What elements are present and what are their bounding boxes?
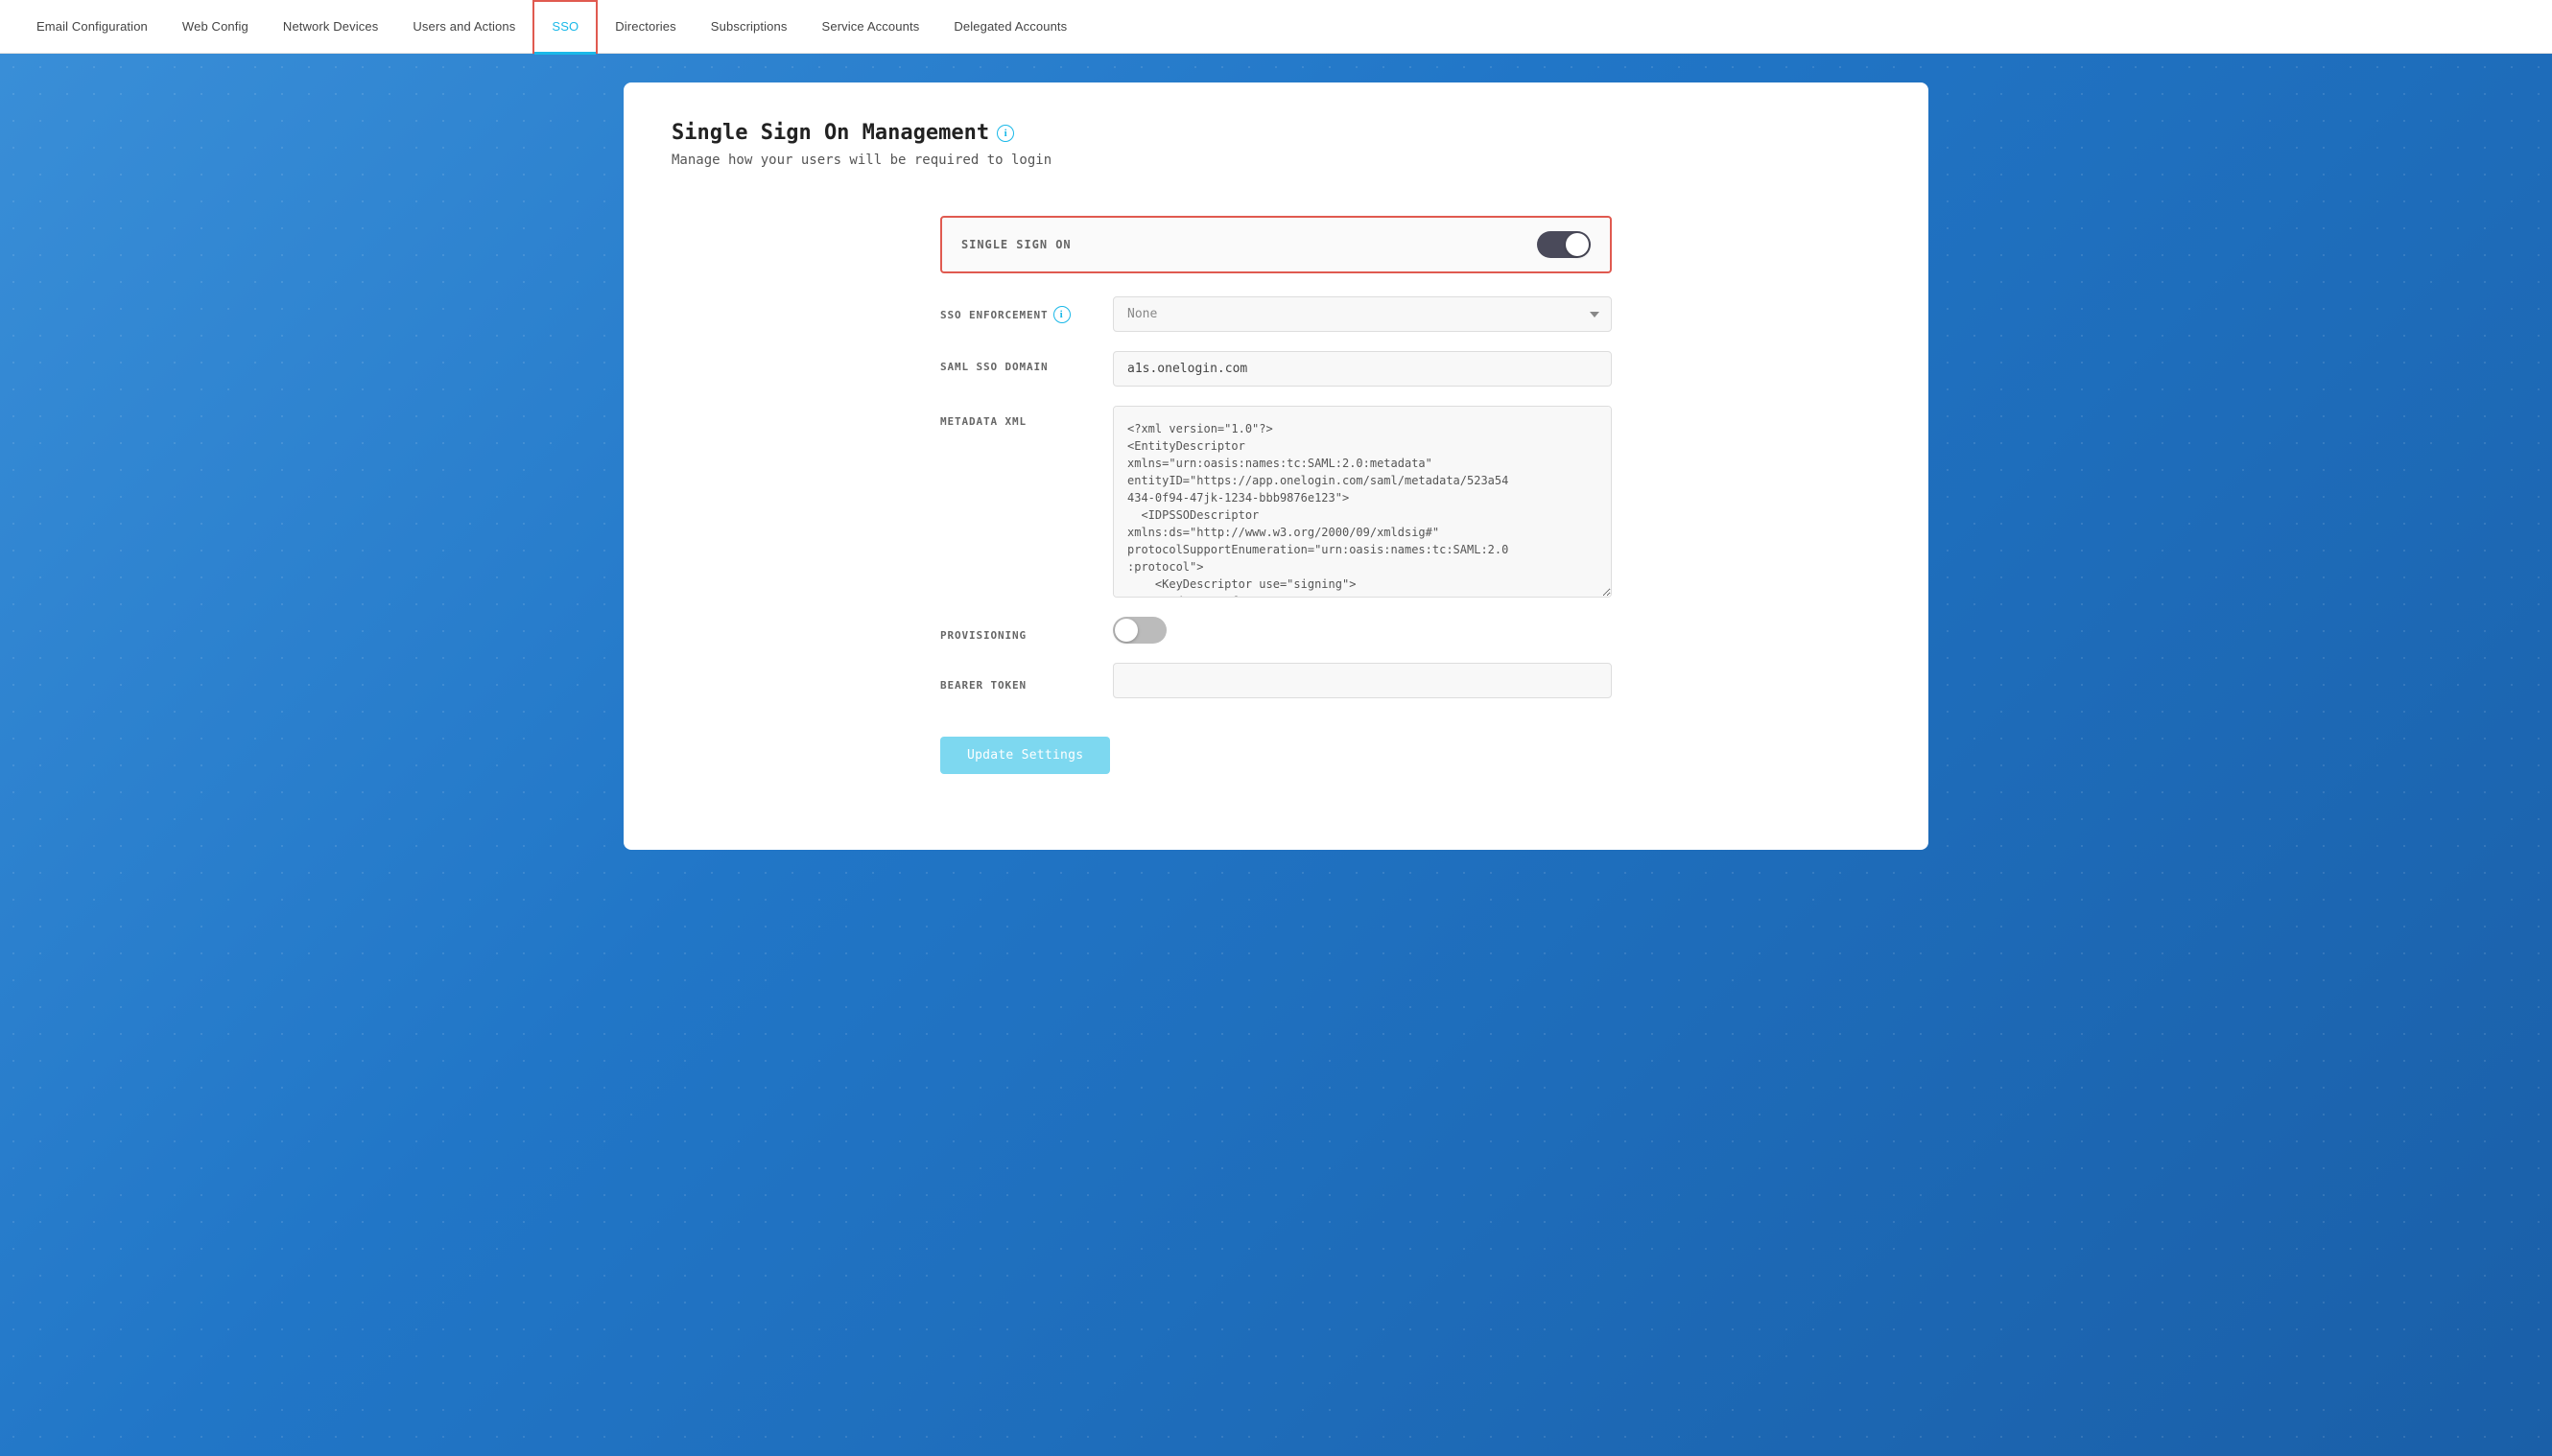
nav-item-email-config[interactable]: Email Configuration [19, 0, 165, 54]
page-title: Single Sign On Management i [672, 121, 1880, 145]
sso-toggle-row: SINGLE SIGN ON [940, 216, 1612, 273]
sso-toggle-label: SINGLE SIGN ON [961, 238, 1537, 251]
saml-sso-domain-label: SAML SSO DOMAIN [940, 351, 1094, 373]
nav-item-delegated-accounts[interactable]: Delegated Accounts [936, 0, 1084, 54]
nav-item-subscriptions[interactable]: Subscriptions [694, 0, 805, 54]
main-wrapper: Single Sign On Management i Manage how y… [0, 54, 2552, 879]
bearer-token-label: BEARER TOKEN [940, 669, 1094, 692]
saml-sso-domain-input[interactable] [1113, 351, 1612, 387]
sso-enforcement-info-icon[interactable]: i [1053, 306, 1071, 323]
page-subtitle: Manage how your users will be required t… [672, 153, 1880, 168]
sso-enforcement-label: SSO ENFORCEMENT i [940, 296, 1094, 323]
provisioning-toggle[interactable] [1113, 617, 1167, 644]
saml-sso-domain-row: SAML SSO DOMAIN [940, 351, 1612, 387]
navbar: Email ConfigurationWeb ConfigNetwork Dev… [0, 0, 2552, 54]
metadata-xml-textarea[interactable]: <?xml version="1.0"?> <EntityDescriptor … [1113, 406, 1612, 598]
nav-item-network-devices[interactable]: Network Devices [266, 0, 395, 54]
sso-enforcement-select[interactable]: None Required Optional [1113, 296, 1612, 332]
provisioning-row: PROVISIONING [940, 617, 1612, 644]
metadata-xml-row: METADATA XML <?xml version="1.0"?> <Enti… [940, 406, 1612, 598]
provisioning-toggle-knob [1115, 619, 1138, 642]
bearer-token-row: BEARER TOKEN [940, 663, 1612, 698]
provisioning-label: PROVISIONING [940, 620, 1094, 642]
info-icon[interactable]: i [997, 125, 1014, 142]
nav-item-sso[interactable]: SSO [532, 0, 598, 54]
nav-item-directories[interactable]: Directories [598, 0, 694, 54]
toggle-knob [1566, 233, 1589, 256]
content-card: Single Sign On Management i Manage how y… [624, 82, 1928, 850]
sso-toggle[interactable] [1537, 231, 1591, 258]
update-settings-button[interactable]: Update Settings [940, 737, 1110, 774]
nav-item-users-and-actions[interactable]: Users and Actions [395, 0, 532, 54]
form-area: SINGLE SIGN ON SSO ENFORCEMENT i None Re… [940, 216, 1612, 774]
sso-enforcement-row: SSO ENFORCEMENT i None Required Optional [940, 296, 1612, 332]
metadata-xml-label: METADATA XML [940, 406, 1094, 428]
nav-item-web-config[interactable]: Web Config [165, 0, 266, 54]
bearer-token-input[interactable] [1113, 663, 1612, 698]
page-title-text: Single Sign On Management [672, 121, 989, 145]
nav-item-service-accounts[interactable]: Service Accounts [805, 0, 937, 54]
